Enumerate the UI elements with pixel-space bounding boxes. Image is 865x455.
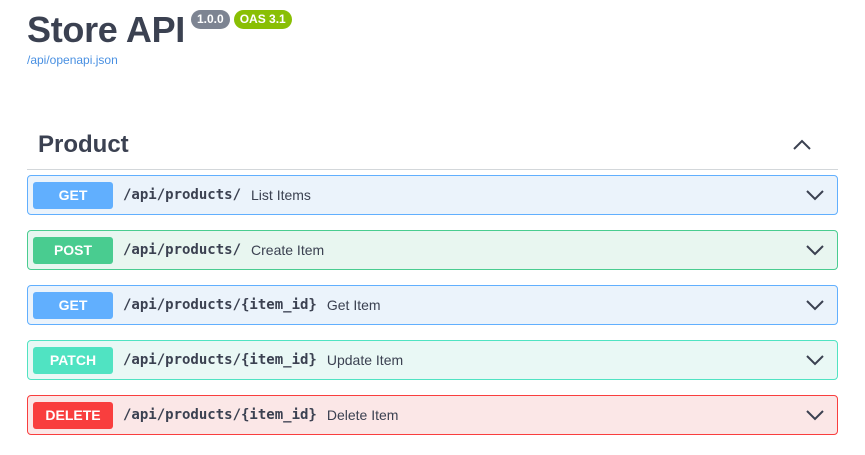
chevron-down-icon[interactable] bbox=[805, 295, 825, 315]
chevron-down-icon[interactable] bbox=[805, 185, 825, 205]
operation-path: /api/products/{item_id} bbox=[123, 407, 317, 423]
title-row: Store API 1.0.0 OAS 3.1 bbox=[27, 8, 292, 52]
chevron-down-icon[interactable] bbox=[805, 350, 825, 370]
method-badge: POST bbox=[33, 236, 113, 264]
method-badge: GET bbox=[33, 181, 113, 209]
operation-row[interactable]: PATCH /api/products/{item_id} Update Ite… bbox=[27, 340, 838, 380]
operations-list: GET /api/products/ List Items POST /api/… bbox=[27, 175, 838, 450]
operation-row[interactable]: GET /api/products/ List Items bbox=[27, 175, 838, 215]
oas-badge: OAS 3.1 bbox=[233, 10, 292, 29]
chevron-up-icon[interactable] bbox=[788, 131, 816, 159]
operation-row[interactable]: POST /api/products/ Create Item bbox=[27, 230, 838, 270]
method-badge: GET bbox=[33, 291, 113, 319]
operation-summary: Update Item bbox=[326, 352, 404, 368]
operation-summary: Get Item bbox=[326, 297, 381, 313]
operation-path: /api/products/{item_id} bbox=[123, 352, 317, 368]
operation-summary: List Items bbox=[251, 187, 311, 203]
page-title: Store API bbox=[27, 9, 185, 50]
openapi-spec-link[interactable]: /api/openapi.json bbox=[27, 53, 292, 67]
method-badge: PATCH bbox=[33, 346, 113, 374]
operation-summary: Delete Item bbox=[326, 407, 399, 423]
section-header-product[interactable]: Product bbox=[27, 120, 838, 170]
api-header: Store API 1.0.0 OAS 3.1 /api/openapi.jso… bbox=[27, 8, 292, 67]
version-badge: 1.0.0 bbox=[191, 10, 230, 29]
operation-summary: Create Item bbox=[251, 242, 325, 258]
operation-path: /api/products/{item_id} bbox=[123, 297, 317, 313]
method-badge: DELETE bbox=[33, 401, 113, 429]
operation-path: /api/products/ bbox=[123, 242, 242, 258]
section-title: Product bbox=[38, 130, 129, 158]
chevron-down-icon[interactable] bbox=[805, 405, 825, 425]
chevron-down-icon[interactable] bbox=[805, 240, 825, 260]
operation-row[interactable]: GET /api/products/{item_id} Get Item bbox=[27, 285, 838, 325]
operation-path: /api/products/ bbox=[123, 187, 242, 203]
operation-row[interactable]: DELETE /api/products/{item_id} Delete It… bbox=[27, 395, 838, 435]
